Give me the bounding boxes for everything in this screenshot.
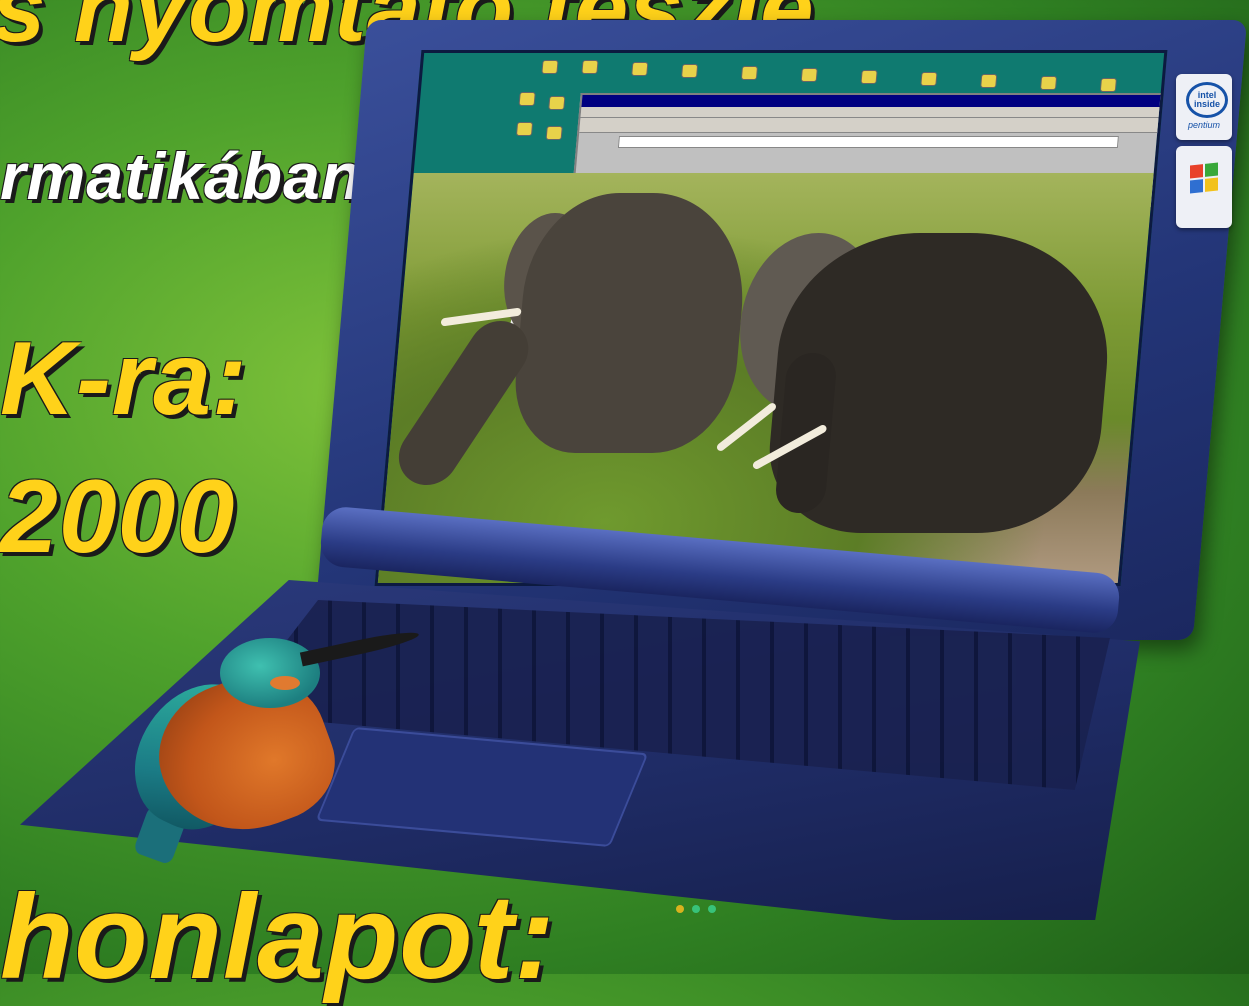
desktop-folder-icon bbox=[801, 69, 817, 81]
bird-beak bbox=[299, 627, 421, 667]
laptop-screen bbox=[374, 50, 1168, 586]
desktop-folder-icon bbox=[861, 71, 877, 83]
window-address-bar bbox=[617, 136, 1119, 148]
bird-head bbox=[220, 638, 320, 708]
desktop-folder-icon bbox=[542, 61, 558, 73]
desktop-folder-icon bbox=[741, 67, 757, 79]
windows-logo-icon bbox=[1190, 162, 1218, 194]
desktop-folder-icon bbox=[582, 61, 598, 73]
intel-inside-badge: intel inside pentium bbox=[1176, 74, 1232, 140]
desktop-folder-icon bbox=[981, 75, 997, 87]
desktop-folder-icon bbox=[1041, 77, 1057, 89]
desktop-folder-icon bbox=[546, 127, 562, 139]
pentium-label: pentium bbox=[1187, 120, 1221, 130]
status-led-icon bbox=[708, 905, 716, 913]
desktop-folder-icon bbox=[519, 93, 535, 105]
desktop-folder-icon bbox=[921, 73, 937, 85]
desktop-folder-icon bbox=[632, 63, 648, 75]
desktop-folder-icon bbox=[682, 65, 698, 77]
kingfisher-illustration bbox=[113, 620, 430, 870]
power-led-icon bbox=[676, 905, 684, 913]
status-leds bbox=[676, 902, 766, 916]
window-menu-bar bbox=[580, 107, 1162, 118]
window-title-bar bbox=[581, 95, 1163, 107]
intel-logo-icon: intel inside bbox=[1186, 82, 1228, 118]
windows-badge bbox=[1176, 146, 1232, 228]
desktop-folder-icon bbox=[549, 97, 565, 109]
headline-line-5: honlapot: bbox=[0, 870, 556, 1004]
window-toolbar bbox=[579, 118, 1161, 133]
desktop-folder-icon bbox=[1100, 79, 1116, 91]
status-led-icon bbox=[692, 905, 700, 913]
bird-eye-patch bbox=[270, 676, 300, 690]
desktop-folder-icon bbox=[517, 123, 533, 135]
elephant-tusk bbox=[715, 401, 778, 453]
